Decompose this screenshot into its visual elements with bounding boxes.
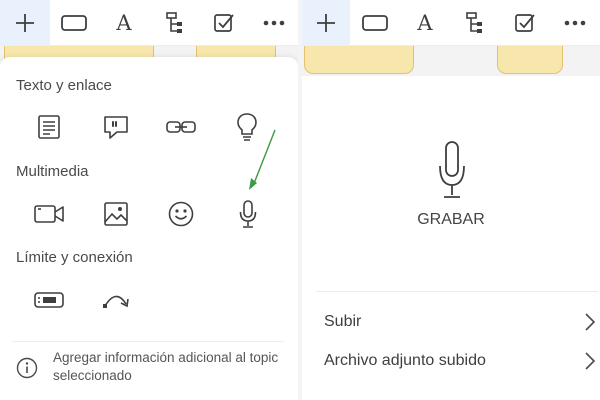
image-button[interactable] [96,196,136,232]
insert-button[interactable] [0,0,50,46]
topic-shape-button[interactable] [350,0,400,46]
chevron-right-icon [585,313,596,331]
structure-button[interactable] [150,0,200,46]
structure-button[interactable] [450,0,500,46]
topic-shape[interactable] [497,44,563,74]
comment-icon [104,116,128,139]
comment-button[interactable] [96,109,136,145]
upload-label: Subir [324,313,362,330]
video-icon [34,205,64,223]
divider [316,291,598,292]
boundary-button[interactable] [29,282,69,318]
topic-shape-button[interactable] [49,0,99,46]
uploaded-attachment-label: Archivo adjunto subido [324,352,486,369]
relationship-button[interactable] [96,282,136,318]
notes-button[interactable] [29,109,69,145]
section-title-text-link: Texto y enlace [16,77,112,94]
section-title-multimedia: Multimedia [16,163,89,180]
relationship-icon [103,295,129,308]
more-icon [564,20,586,26]
annotation-arrow [249,129,276,190]
more-button[interactable] [249,0,298,46]
chevron-right-icon [585,352,596,370]
uploaded-attachment-row[interactable]: Archivo adjunto subido [316,342,596,380]
info-icon [16,357,38,379]
checkbox-icon [515,14,535,32]
link-button[interactable] [161,109,201,145]
link-icon [166,121,196,133]
text-style-icon: A [116,11,132,35]
notes-icon [38,115,60,139]
plus-icon [317,14,335,32]
text-style-button[interactable]: A [400,0,450,46]
insert-panel: A Texto y enlace Multimedia Límite y con… [0,0,298,400]
toolbar: A [302,0,600,46]
insert-button[interactable] [302,0,350,46]
info-text: Agregar información adicional al topic s… [53,350,279,383]
topic-shape-icon [362,15,388,31]
divider [12,341,284,342]
image-icon [104,202,128,226]
section-title-boundary: Límite y conexión [16,249,133,266]
topic-shape[interactable] [304,44,414,74]
more-icon [263,20,285,26]
topic-shape-icon [61,15,87,31]
text-style-button[interactable]: A [99,0,149,46]
record-button[interactable] [429,138,475,202]
toolbar: A [0,0,298,46]
emoji-icon [168,201,194,227]
task-button[interactable] [199,0,249,46]
text-style-icon: A [417,11,433,35]
boundary-icon [34,292,64,308]
task-button[interactable] [500,0,550,46]
video-button[interactable] [29,196,69,232]
plus-icon [16,14,34,32]
recording-panel: A GRABAR Subir Archivo adjunto subido [302,0,600,400]
structure-icon [166,12,182,33]
upload-row[interactable]: Subir [316,303,596,341]
microphone-icon [239,200,257,228]
structure-icon [466,12,482,33]
microphone-icon [439,141,465,198]
emoji-button[interactable] [161,196,201,232]
microphone-button[interactable] [228,196,268,232]
checkbox-icon [214,14,234,32]
record-label[interactable]: GRABAR [302,211,600,229]
more-button[interactable] [550,0,600,46]
